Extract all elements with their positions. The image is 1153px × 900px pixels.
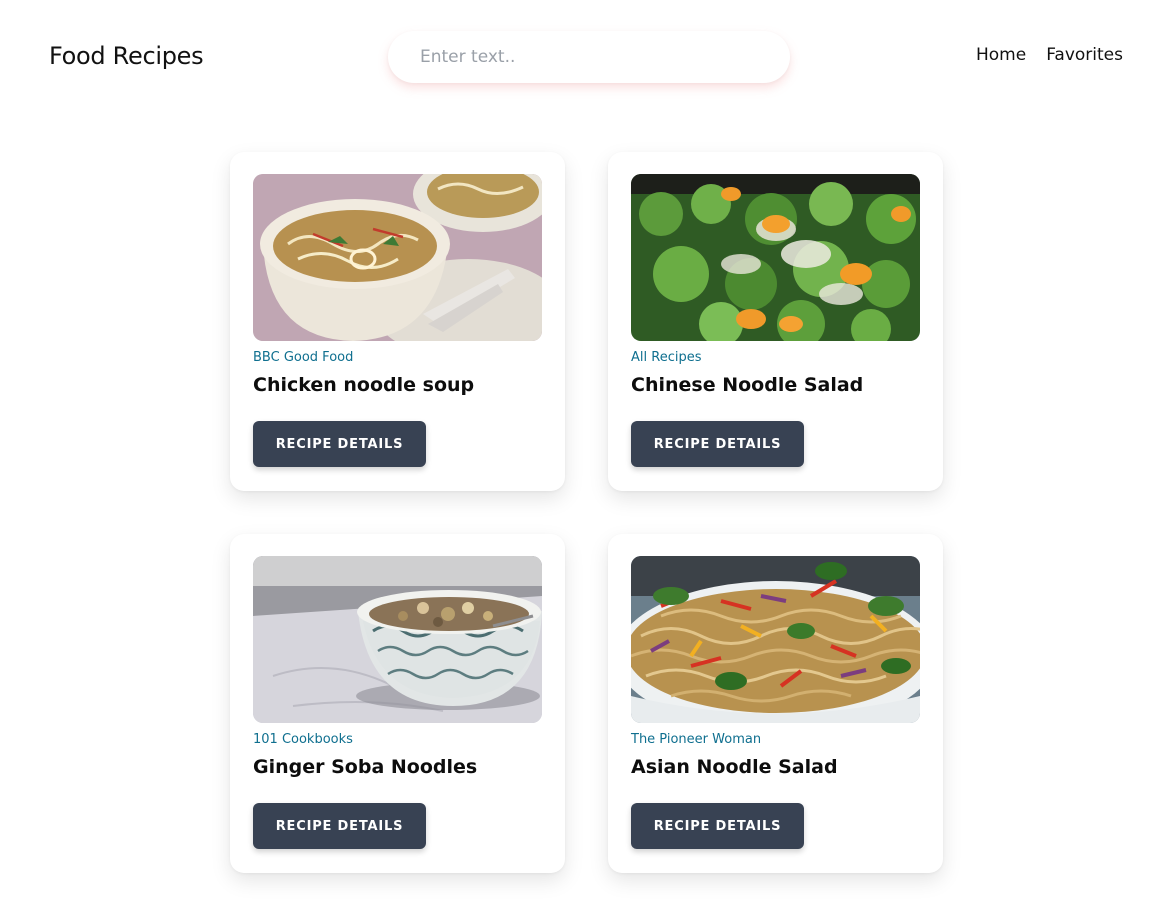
recipe-title: Ginger Soba Noodles [253, 756, 478, 778]
recipe-details-button[interactable]: RECIPE DETAILS [253, 421, 426, 467]
recipe-card: BBC Good Food Chicken noodle soup RECIPE… [230, 152, 565, 491]
recipe-card: The Pioneer Woman Asian Noodle Salad REC… [608, 534, 943, 873]
recipe-details-button[interactable]: RECIPE DETAILS [631, 803, 804, 849]
recipe-image [253, 556, 542, 723]
ginger-soba-noodles-photo [253, 556, 542, 723]
recipe-title: Asian Noodle Salad [631, 756, 838, 778]
recipe-card: All Recipes Chinese Noodle Salad RECIPE … [608, 152, 943, 491]
recipe-source-link[interactable]: 101 Cookbooks [253, 732, 353, 747]
recipe-details-button[interactable]: RECIPE DETAILS [253, 803, 426, 849]
recipe-details-button[interactable]: RECIPE DETAILS [631, 421, 804, 467]
recipe-image [631, 174, 920, 341]
asian-noodle-salad-photo [631, 556, 920, 723]
nav-home-link[interactable]: Home [976, 45, 1026, 65]
recipe-source-link[interactable]: The Pioneer Woman [631, 732, 761, 747]
main-nav: Home Favorites [976, 45, 1123, 65]
chicken-noodle-soup-photo [253, 174, 542, 341]
chinese-noodle-salad-photo [631, 174, 920, 341]
search-input[interactable] [420, 47, 790, 67]
recipe-image [253, 174, 542, 341]
recipe-source-link[interactable]: All Recipes [631, 350, 701, 365]
top-bar: Food Recipes Home Favorites [0, 0, 1153, 120]
recipe-image [631, 556, 920, 723]
search-box[interactable] [388, 31, 790, 83]
recipe-title: Chinese Noodle Salad [631, 374, 864, 396]
nav-favorites-link[interactable]: Favorites [1046, 45, 1123, 65]
recipe-grid: BBC Good Food Chicken noodle soup RECIPE… [230, 152, 943, 873]
site-logo-title[interactable]: Food Recipes [49, 42, 204, 70]
recipe-title: Chicken noodle soup [253, 374, 475, 396]
recipe-card: 101 Cookbooks Ginger Soba Noodles RECIPE… [230, 534, 565, 873]
recipe-source-link[interactable]: BBC Good Food [253, 350, 353, 365]
